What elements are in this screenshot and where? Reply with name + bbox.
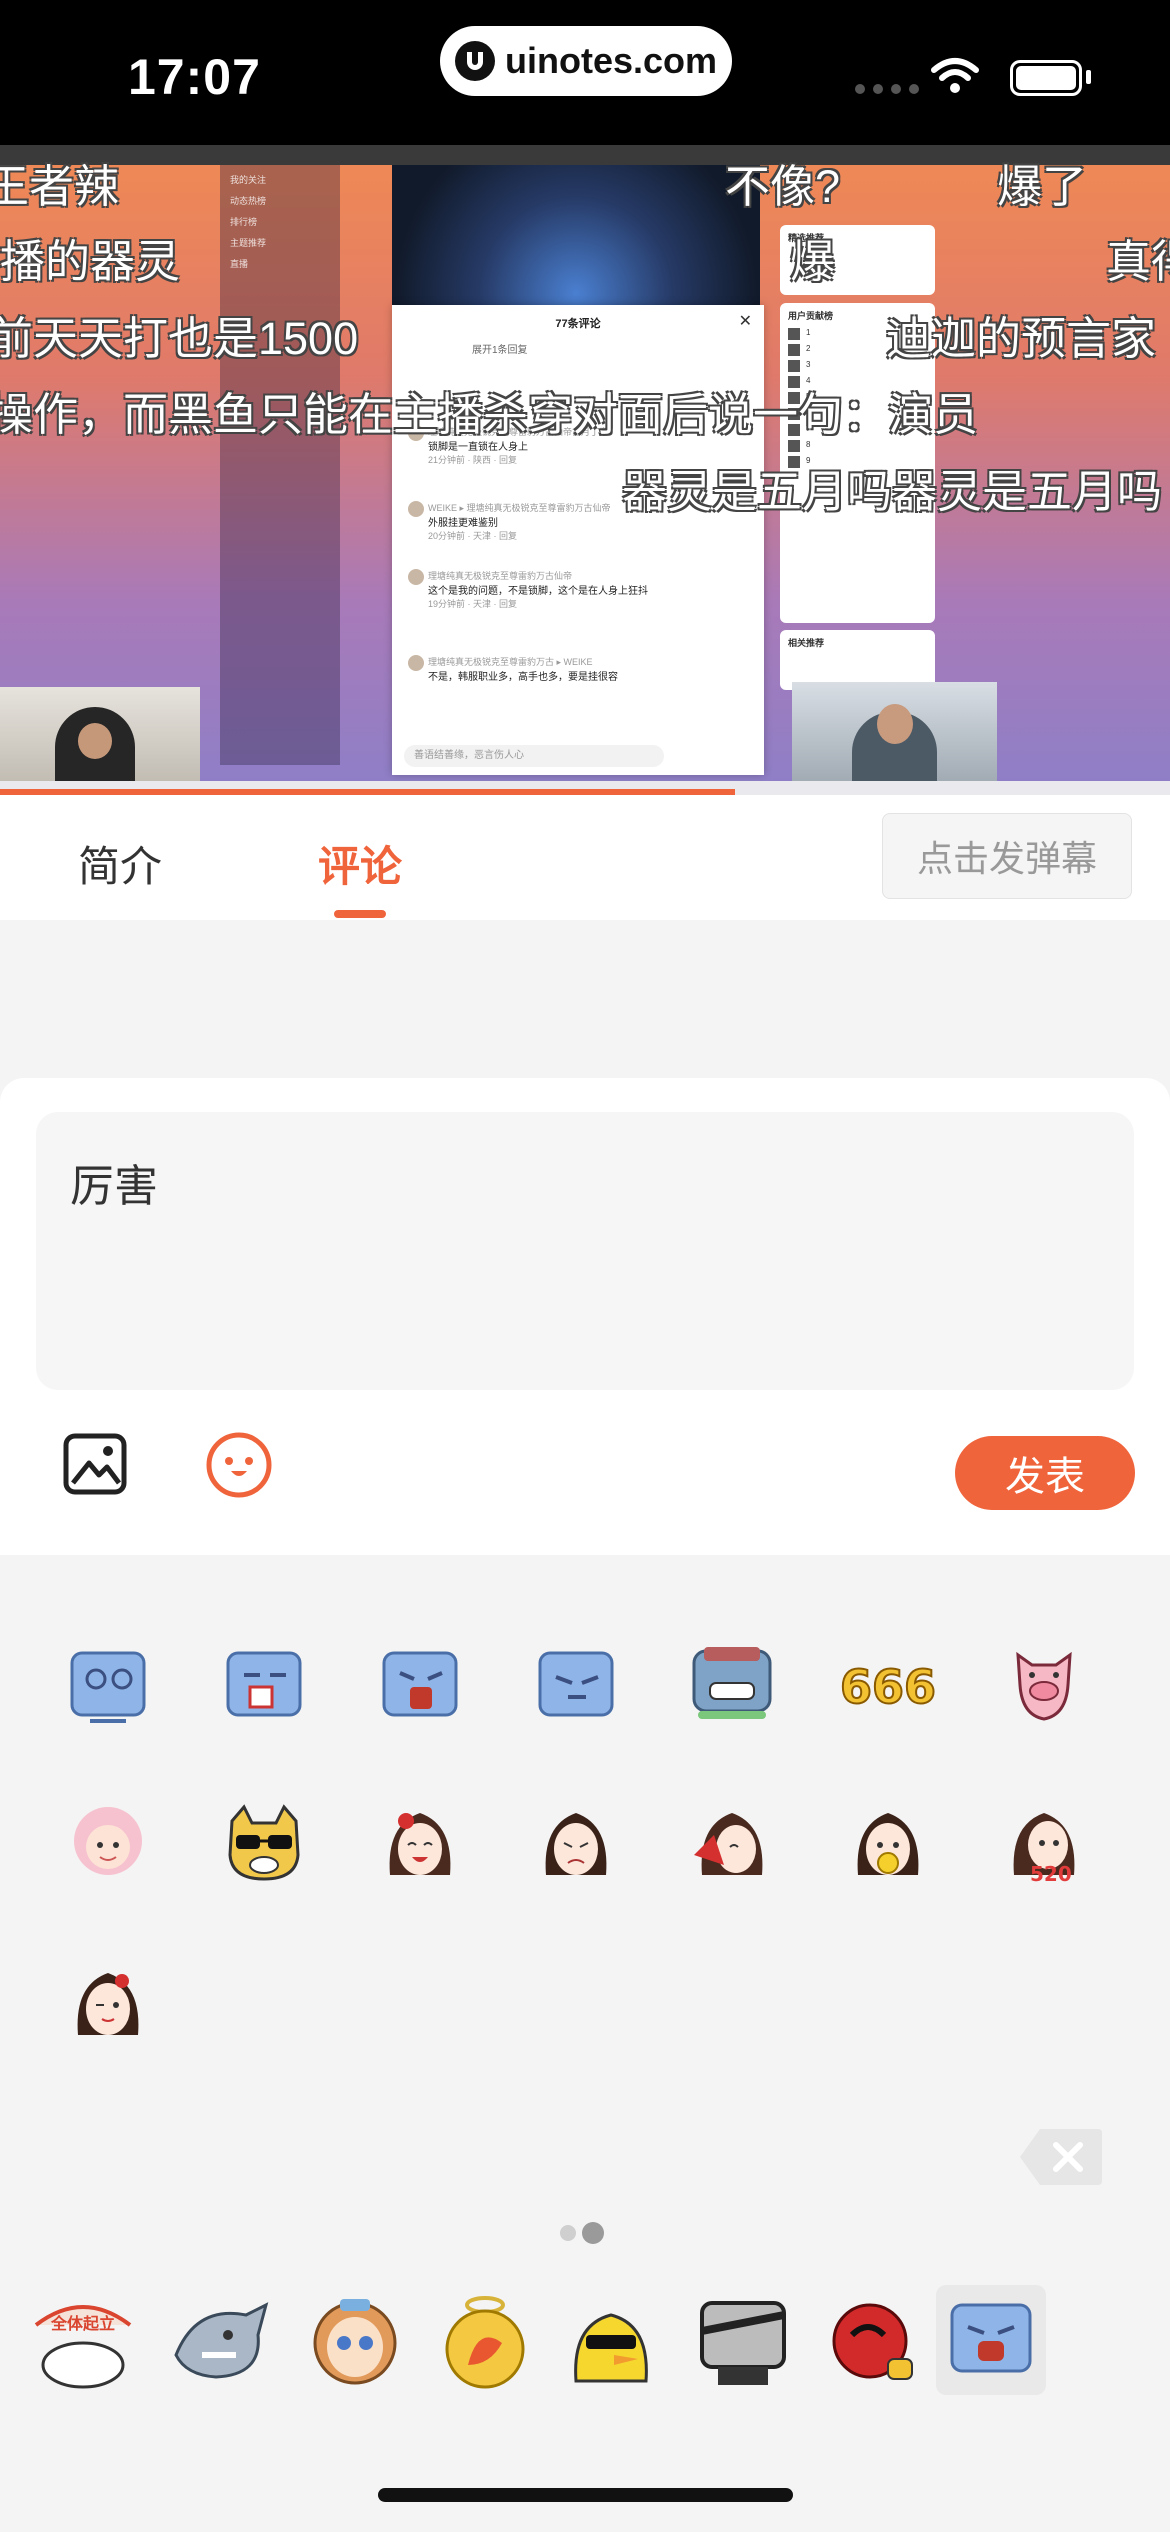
pack-red-ball-icon[interactable]	[818, 2285, 928, 2395]
tab-active-indicator	[334, 910, 386, 918]
modal-title: 77条评论	[555, 318, 601, 330]
screen-topbar	[0, 145, 1170, 165]
girl-eat-icon[interactable]	[840, 1795, 936, 1891]
close-icon: ✕	[738, 313, 752, 330]
modal-comment: 理塘纯真无极锐克至尊雷豹万古 ▸ WEIKE 不是，韩服职业多，高手也多，要是挂…	[408, 655, 748, 683]
emoji-page-indicator	[560, 2222, 604, 2244]
tab-bar: 简介 评论 点击发弹幕	[0, 795, 1170, 921]
gold-666-icon[interactable]: 666	[840, 1635, 936, 1731]
send-button[interactable]: 发表	[955, 1436, 1135, 1510]
webcam-overlay-left	[0, 687, 200, 795]
pack-duck-sunglasses-icon[interactable]	[556, 2285, 666, 2395]
image-icon[interactable]	[63, 1433, 127, 1495]
comment-composer: 厉害 发表	[0, 1078, 1170, 1555]
url-pill[interactable]: uinotes.com	[440, 26, 732, 96]
emoji-panel: 666 520 全体起立	[0, 1555, 1170, 2532]
danmaku: 前天天打也是1500	[0, 313, 359, 364]
avatar	[408, 655, 424, 671]
video-player[interactable]: 我的关注 动态热榜 排行榜 主题推荐 直播 77条评论 ✕ 展开1条回复 理塘纯…	[0, 145, 1170, 795]
danmaku: 器灵是五月吗器灵是五月吗	[622, 466, 1163, 517]
modal-comment: 理塘纯真无极锐克至尊雷豹万古仙帝 这个是我的问题，不是锁脚，这个是在人身上狂抖 …	[408, 569, 748, 610]
wifi-icon	[931, 58, 979, 93]
pack-blue-cube-icon	[950, 2303, 1032, 2373]
danmaku: 王者辣	[0, 161, 120, 212]
status-time: 17:07	[128, 49, 261, 105]
robot-cat-grin-icon[interactable]	[684, 1635, 780, 1731]
girl-wink-icon[interactable]	[60, 1955, 156, 2051]
emoji-icon[interactable]	[205, 1431, 273, 1499]
battery-icon	[1010, 60, 1082, 96]
screen-sidebar: 我的关注 动态热榜 排行榜 主题推荐 直播	[220, 165, 340, 765]
signal-dots-icon	[855, 84, 919, 94]
modal-input: 善语结善缘，恶言伤人心	[404, 745, 664, 767]
girl-520-icon[interactable]: 520	[996, 1795, 1092, 1891]
tab-intro[interactable]: 简介	[78, 833, 162, 894]
site-logo-icon	[454, 41, 495, 81]
pack-girl-face-icon[interactable]	[300, 2285, 410, 2395]
danmaku: 播的器灵	[0, 236, 181, 287]
danmaku: 爆	[790, 236, 836, 287]
cool-dog-sunglasses-icon[interactable]	[216, 1795, 312, 1891]
pack-golden-coin-icon[interactable]	[430, 2285, 540, 2395]
tab-comment[interactable]: 评论	[318, 833, 402, 894]
avatar	[408, 569, 424, 585]
danmaku: 真得	[1106, 236, 1170, 287]
send-danmaku-button[interactable]: 点击发弹幕	[882, 813, 1132, 899]
girl-fan-icon[interactable]	[684, 1795, 780, 1891]
modal-expand: 展开1条回复	[472, 345, 528, 356]
girl-cry-icon[interactable]	[528, 1795, 624, 1891]
pack-robot-head-icon[interactable]	[688, 2285, 798, 2395]
danmaku: 不像?	[725, 161, 841, 212]
pink-hair-girl-icon[interactable]	[60, 1795, 156, 1891]
danmaku: 爆了	[997, 161, 1088, 212]
blue-cube-bleeding-icon[interactable]	[216, 1635, 312, 1731]
sticker-pack-bar: 全体起立	[0, 2275, 1170, 2425]
comment-input-value: 厉害	[70, 1162, 158, 1211]
danmaku: 操作，而黑鱼只能在主播杀穿对面后说一句：演员	[0, 389, 979, 440]
danmaku: 迪迦的预言家	[886, 313, 1157, 364]
webcam-overlay-right	[792, 682, 997, 795]
blue-cube-dizzy-icon[interactable]	[60, 1635, 156, 1731]
svg-text:666: 666	[840, 1660, 936, 1714]
girl-laugh-icon[interactable]	[372, 1795, 468, 1891]
comment-input[interactable]: 厉害	[36, 1112, 1134, 1390]
backspace-icon[interactable]	[1018, 2127, 1104, 2187]
comments-modal: 77条评论 ✕ 展开1条回复 理塘纯真无极锐克至尊雷豹万古仙帝古月丁真 锁脚是一…	[392, 305, 764, 775]
home-indicator	[378, 2488, 793, 2502]
svg-text:全体起立: 全体起立	[50, 2314, 115, 2333]
pig-head-icon[interactable]	[996, 1635, 1092, 1731]
url-text: uinotes.com	[504, 40, 718, 81]
comment-list-background	[0, 920, 1170, 1078]
pack-blue-cube-selected[interactable]	[936, 2285, 1046, 2395]
status-bar: 17:07 uinotes.com	[0, 0, 1170, 145]
avatar	[408, 501, 424, 517]
blue-cube-shout-icon[interactable]	[372, 1635, 468, 1731]
pack-shark-icon[interactable]	[166, 2285, 276, 2395]
pack-quanti-qili-icon[interactable]: 全体起立	[28, 2285, 138, 2395]
page-dot	[560, 2225, 576, 2241]
blue-cube-sleep-icon[interactable]	[528, 1635, 624, 1731]
page-dot-active	[582, 2222, 604, 2244]
svg-text:520: 520	[1030, 1862, 1072, 1886]
